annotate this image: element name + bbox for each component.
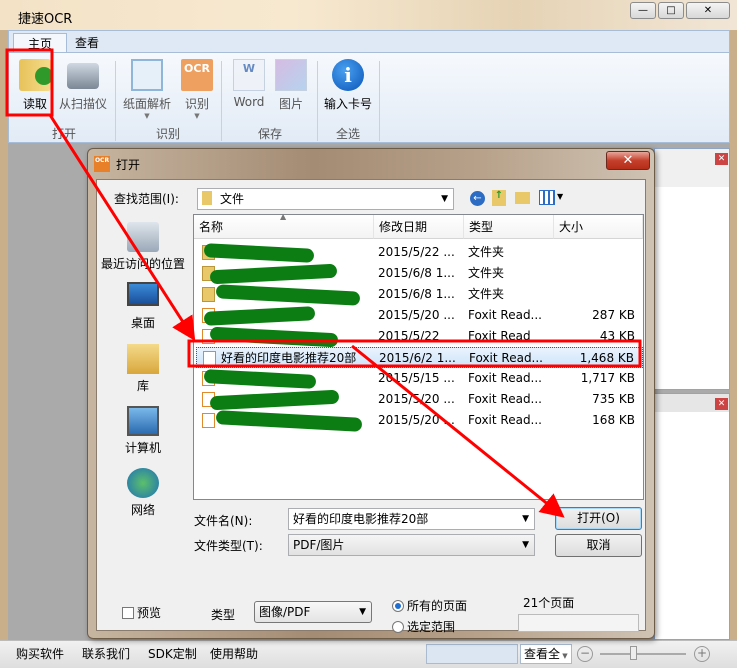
highlight-box-file — [187, 339, 642, 368]
annotation-overlay — [5, 48, 642, 518]
highlight-box-read — [5, 48, 54, 117]
annotation-arrow — [351, 344, 565, 518]
annotation-arrow — [48, 114, 196, 342]
